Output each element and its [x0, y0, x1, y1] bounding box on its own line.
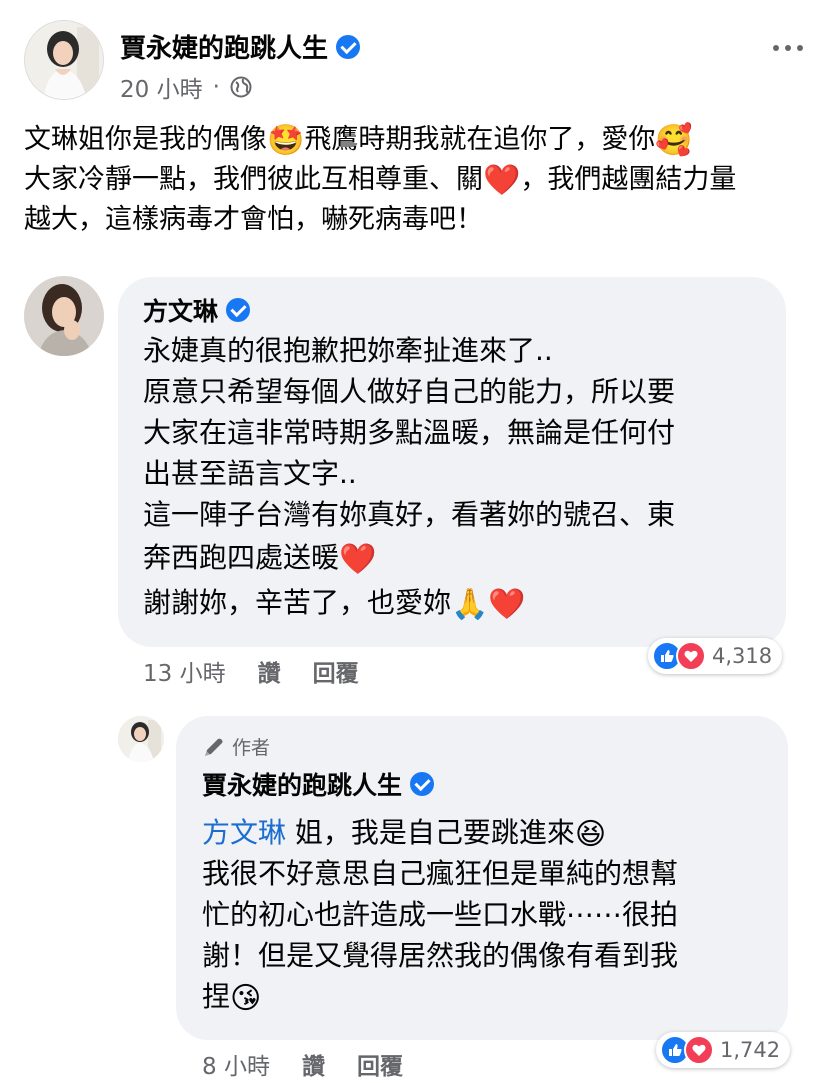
author-tag-label: 作者	[232, 737, 271, 759]
comment-reply-button[interactable]: 回覆	[313, 654, 359, 688]
commenter-avatar[interactable]	[24, 276, 104, 356]
comment-like-button[interactable]: 讚	[258, 654, 281, 688]
reaction-count: 4,318	[712, 644, 773, 668]
smiling-hearts-emoji: 🥰	[655, 123, 693, 158]
face-blowing-kiss-emoji: 😘	[230, 981, 262, 1016]
folded-hands-emoji: 🙏	[451, 587, 489, 622]
reply-author-avatar[interactable]	[118, 716, 164, 762]
post-line-1: 文琳姐你是我的偶像🤩飛鷹時期我就在追你了，愛你🥰	[24, 123, 693, 158]
comment-body: 永婕真的很抱歉把妳牽扯進來了.. 原意只希望每個人做好自己的能力，所以要 大家在…	[143, 334, 676, 622]
globe-icon	[230, 76, 252, 98]
post-author-avatar[interactable]	[24, 20, 104, 100]
post-body: 文琳姐你是我的偶像🤩飛鷹時期我就在追你了，愛你🥰 大家冷靜一點，我們彼此互相尊重…	[24, 120, 814, 240]
post-line-2: 大家冷靜一點，我們彼此互相尊重、關❤️，我們越團結力量	[24, 163, 737, 198]
love-reaction-icon	[684, 1035, 714, 1065]
post-timestamp[interactable]: 20 小時	[120, 70, 203, 104]
reply-body: 方文琳 姐，我是自己要跳進來😆 我很不好意思自己瘋狂但是單純的想幫 忙的初心也許…	[202, 816, 679, 1016]
post-author-name[interactable]: 賈永婕的跑跳人生	[120, 28, 328, 65]
red-heart-emoji: ❤️	[339, 542, 377, 577]
star-struck-emoji: 🤩	[267, 123, 305, 158]
verified-badge-icon	[226, 298, 251, 322]
avatar-photo	[25, 21, 103, 99]
red-heart-emoji: ❤️	[483, 163, 521, 198]
comment-author-name[interactable]: 方文琳	[143, 292, 218, 328]
reply-reply-button[interactable]: 回覆	[357, 1047, 403, 1081]
verified-badge-icon	[336, 34, 361, 59]
reply-like-button[interactable]: 讚	[302, 1047, 325, 1081]
meta-separator: ·	[212, 74, 220, 100]
red-heart-emoji: ❤️	[488, 587, 526, 622]
pen-icon	[205, 738, 223, 756]
comment-timestamp[interactable]: 13 小時	[143, 654, 226, 688]
more-options-icon[interactable]	[770, 36, 806, 55]
reaction-count: 1,742	[720, 1038, 781, 1062]
mention-link[interactable]: 方文琳	[202, 816, 286, 849]
love-reaction-icon	[676, 641, 706, 671]
grinning-squinting-emoji: 😆	[574, 817, 607, 852]
reply-reactions[interactable]: 1,742	[656, 1032, 791, 1068]
avatar-photo	[24, 276, 104, 356]
verified-badge-icon	[410, 772, 435, 796]
reply-author-name[interactable]: 賈永婕的跑跳人生	[202, 766, 402, 802]
avatar-photo	[118, 716, 164, 762]
comment-reactions[interactable]: 4,318	[648, 638, 783, 674]
post-line-3: 越大，這樣病毒才會怕，嚇死病毒吧！	[24, 204, 483, 235]
reply-timestamp[interactable]: 8 小時	[202, 1047, 270, 1081]
